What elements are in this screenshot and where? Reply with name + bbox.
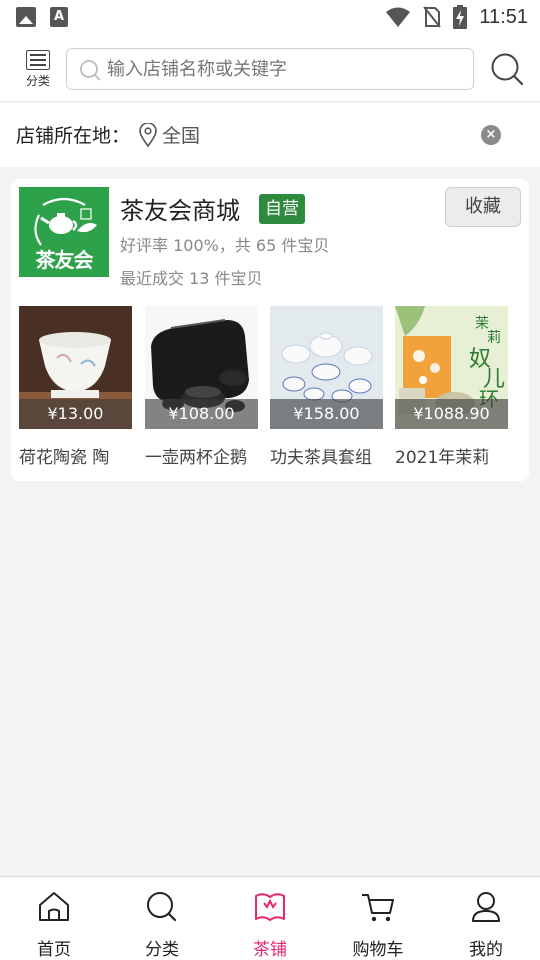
product-item[interactable]: 茉 莉 奴 儿 环 ¥1088.90 2021年茉莉 bbox=[395, 306, 508, 468]
location-label: 店铺所在地： bbox=[16, 125, 131, 147]
product-price: ¥108.00 bbox=[145, 399, 258, 429]
shop-card[interactable]: 茶友会 茶友会商城 自营 收藏 好评率 100%，共 65 件宝贝 最近成交 1… bbox=[11, 179, 529, 481]
product-list: ¥13.00 荷花陶瓷 陶 ¥108.00 一壶两杯企鹅 ¥158.00 功夫茶… bbox=[19, 306, 519, 471]
nav-shops[interactable]: 茶铺 bbox=[230, 889, 310, 960]
location-filter[interactable]: 店铺所在地： 全国 bbox=[0, 103, 540, 167]
battery-charging-icon bbox=[453, 5, 468, 29]
product-title[interactable]: 荷花陶瓷 陶 bbox=[19, 443, 132, 468]
search-input[interactable] bbox=[107, 49, 467, 89]
location-pin-icon bbox=[139, 123, 157, 147]
category-label: 分类 bbox=[25, 74, 50, 88]
product-image[interactable]: ¥108.00 bbox=[145, 306, 258, 429]
product-price: ¥1088.90 bbox=[395, 399, 508, 429]
shop-logo[interactable]: 茶友会 bbox=[19, 187, 109, 277]
image-icon bbox=[16, 7, 36, 27]
category-button[interactable]: 分类 bbox=[22, 50, 54, 89]
self-operated-badge: 自营 bbox=[259, 194, 305, 224]
search-button-icon[interactable] bbox=[490, 52, 524, 86]
product-title[interactable]: 一壶两杯企鹅 bbox=[145, 443, 258, 468]
shop-logo-text: 茶友会 bbox=[35, 248, 94, 272]
cart-icon bbox=[362, 894, 394, 922]
product-image[interactable]: 茉 莉 奴 儿 环 ¥1088.90 bbox=[395, 306, 508, 429]
home-icon bbox=[39, 892, 69, 921]
location-value: 全国 bbox=[162, 125, 201, 147]
status-bar: A 11:51 bbox=[0, 0, 540, 36]
product-title[interactable]: 2021年茉莉 bbox=[395, 443, 508, 468]
nav-label: 分类 bbox=[145, 940, 179, 960]
search-icon bbox=[80, 60, 101, 81]
a-font-icon: A bbox=[50, 7, 68, 27]
shop-rating: 好评率 100%，共 65 件宝贝 bbox=[120, 236, 330, 255]
product-item[interactable]: ¥158.00 功夫茶具套组 bbox=[270, 306, 383, 468]
nav-label: 茶铺 bbox=[253, 940, 287, 960]
product-item[interactable]: ¥13.00 荷花陶瓷 陶 bbox=[19, 306, 132, 468]
shop-recent-sales: 最近成交 13 件宝贝 bbox=[120, 269, 263, 288]
search-header: 分类 bbox=[0, 36, 540, 102]
shop-name[interactable]: 茶友会商城 bbox=[120, 191, 240, 226]
nav-label: 首页 bbox=[37, 940, 71, 960]
product-image[interactable]: ¥158.00 bbox=[270, 306, 383, 429]
clear-location-icon[interactable]: × bbox=[481, 125, 501, 145]
product-item[interactable]: ¥108.00 一壶两杯企鹅 bbox=[145, 306, 258, 468]
list-icon bbox=[26, 50, 50, 70]
nav-label: 我的 bbox=[469, 940, 503, 960]
no-sim-icon bbox=[423, 6, 442, 28]
wifi-icon bbox=[386, 7, 411, 27]
favorite-button[interactable]: 收藏 bbox=[445, 187, 521, 227]
product-price: ¥13.00 bbox=[19, 399, 132, 429]
nav-home[interactable]: 首页 bbox=[14, 889, 94, 960]
svg-text:莉: 莉 bbox=[487, 330, 501, 346]
user-icon bbox=[472, 892, 500, 922]
search-box[interactable] bbox=[66, 48, 474, 90]
nav-cart[interactable]: 购物车 bbox=[338, 889, 418, 960]
nav-category[interactable]: 分类 bbox=[122, 889, 202, 960]
shop-book-icon bbox=[255, 893, 285, 921]
status-time: 11:51 bbox=[479, 5, 528, 28]
category-search-icon bbox=[147, 892, 177, 922]
bottom-nav: 首页 分类 茶铺 购物车 我的 bbox=[0, 876, 540, 960]
product-title[interactable]: 功夫茶具套组 bbox=[270, 443, 383, 468]
nav-label: 购物车 bbox=[352, 940, 404, 960]
product-price: ¥158.00 bbox=[270, 399, 383, 429]
product-image[interactable]: ¥13.00 bbox=[19, 306, 132, 429]
nav-mine[interactable]: 我的 bbox=[446, 889, 526, 960]
